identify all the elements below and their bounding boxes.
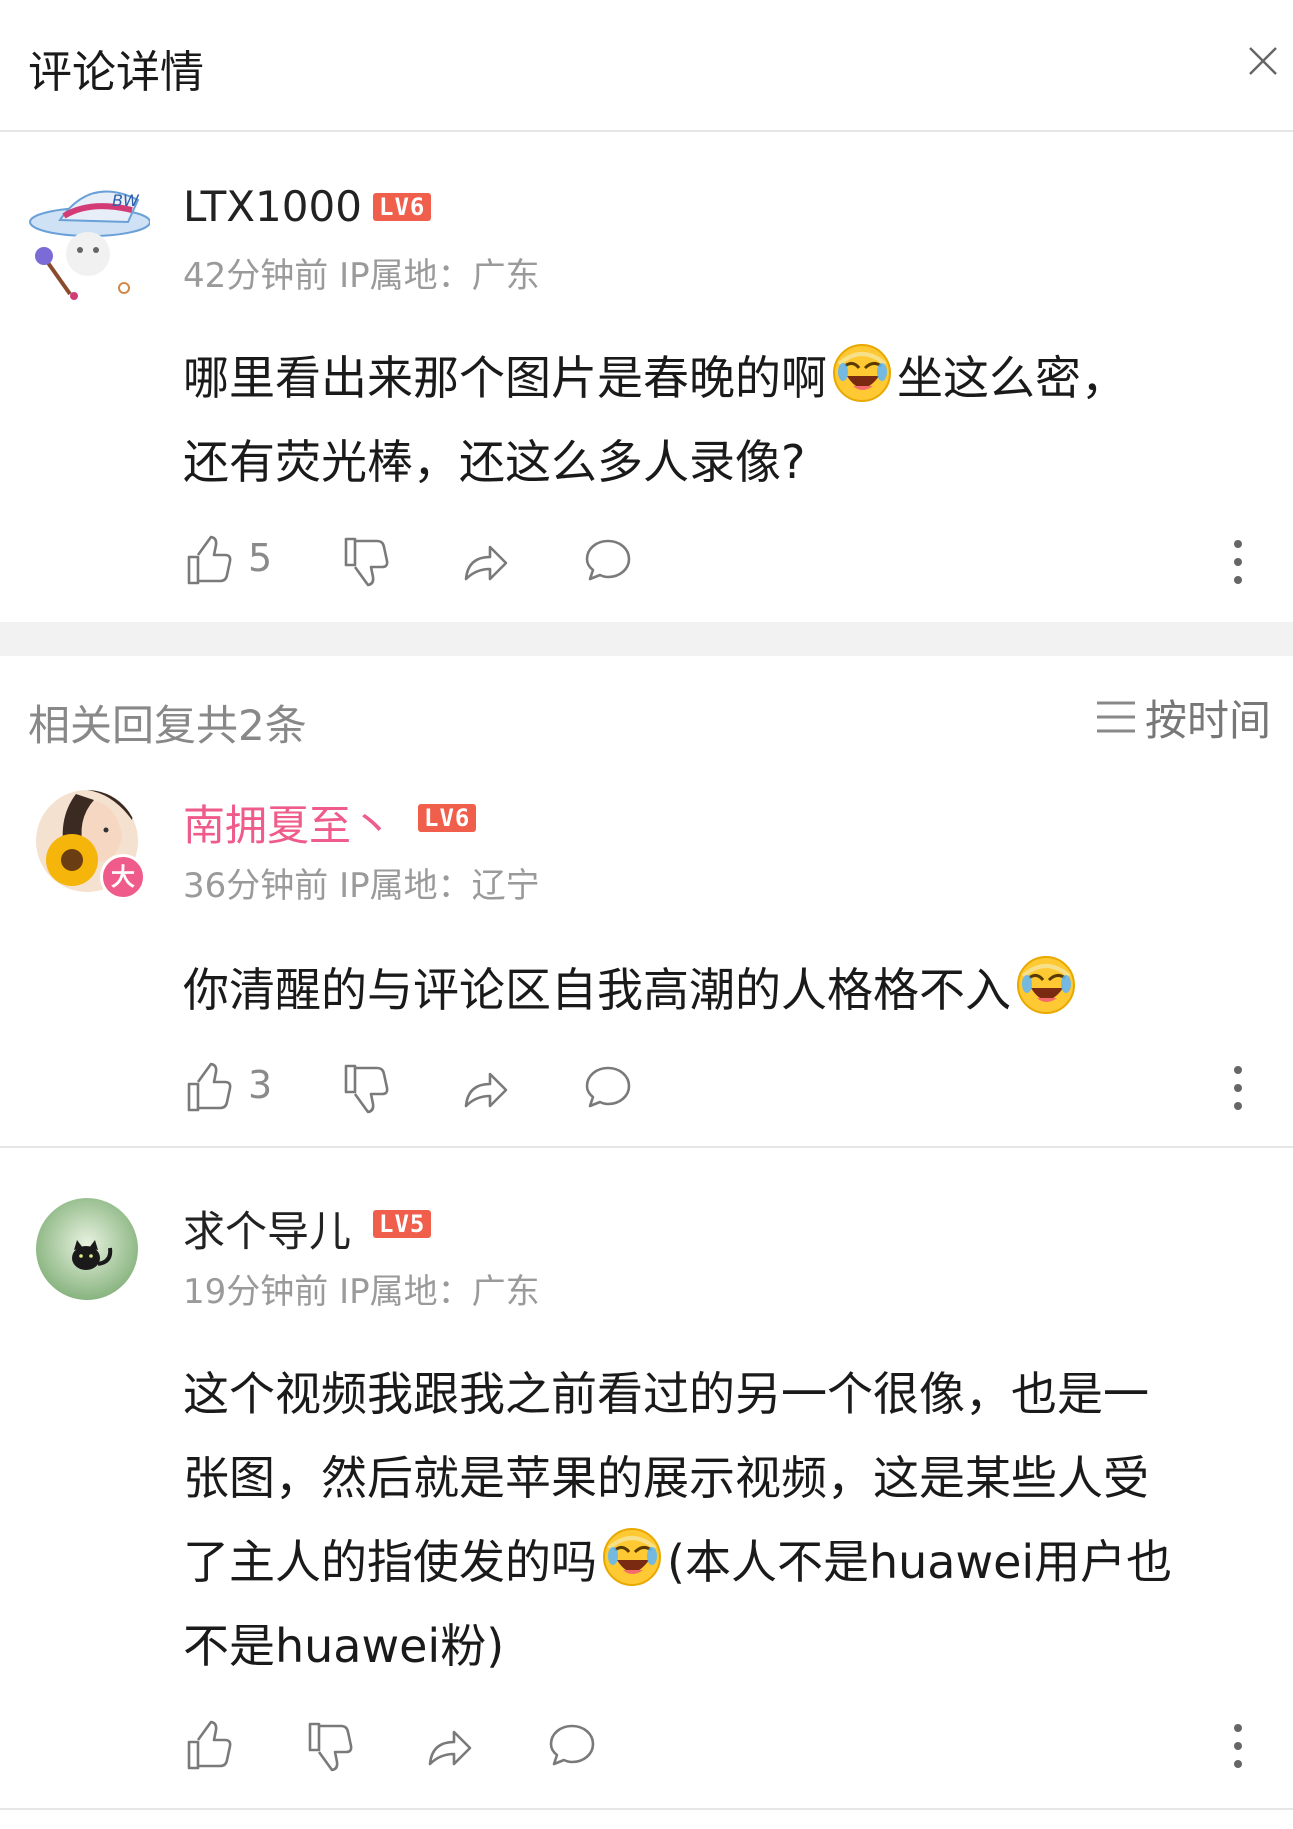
reply-divider xyxy=(0,1146,1293,1148)
replies-count-title: 相关回复共2条 xyxy=(28,701,307,750)
sort-icon xyxy=(1097,701,1135,733)
avatar[interactable]: BW xyxy=(20,170,150,300)
comment-meta: 36分钟前 IP属地：辽宁 xyxy=(183,866,540,906)
username[interactable]: 南拥夏至丶 xyxy=(183,792,393,853)
emoji-laugh-cry-icon xyxy=(833,344,891,402)
comment-text: 哪里看出来那个图片是春晚的啊 坐这么密， 还有荧光棒，还这么多人录像? xyxy=(183,336,1263,504)
like-count: 5 xyxy=(248,536,273,580)
vip-badge: 大 xyxy=(100,854,146,900)
like-icon[interactable] xyxy=(183,1720,235,1772)
username[interactable]: LTX1000 xyxy=(183,182,362,231)
avatar-wizard-icon: BW xyxy=(29,190,150,300)
dislike-icon[interactable] xyxy=(304,1720,356,1772)
username[interactable]: 求个导儿 xyxy=(183,1198,351,1259)
reply-divider xyxy=(0,1808,1293,1810)
avatar[interactable] xyxy=(36,1198,138,1300)
level-badge: LV6 xyxy=(418,804,477,832)
avatar-black-cat-icon xyxy=(36,1198,138,1300)
dislike-icon[interactable] xyxy=(340,535,392,587)
level-badge: LV6 xyxy=(373,193,432,221)
share-icon[interactable] xyxy=(460,535,512,587)
level-badge: LV5 xyxy=(373,1210,432,1238)
like-icon[interactable] xyxy=(183,1062,235,1114)
section-separator xyxy=(0,622,1293,656)
dislike-icon[interactable] xyxy=(340,1062,392,1114)
close-icon[interactable] xyxy=(1246,44,1280,78)
like-icon[interactable] xyxy=(183,535,235,587)
sort-label: 按时间 xyxy=(1145,695,1272,745)
share-icon[interactable] xyxy=(424,1720,476,1772)
share-icon[interactable] xyxy=(460,1062,512,1114)
more-icon[interactable] xyxy=(1232,1722,1244,1770)
emoji-laugh-cry-icon xyxy=(1017,956,1075,1014)
comment-meta: 19分钟前 IP属地：广东 xyxy=(183,1272,540,1312)
comment-icon[interactable] xyxy=(582,535,634,587)
comment-text: 这个视频我跟我之前看过的另一个很像，也是一 张图，然后就是苹果的展示视频，这是某… xyxy=(183,1367,1173,1673)
comment-text: 你清醒的与评论区自我高潮的人格格不入 xyxy=(183,948,1263,1032)
page-title: 评论详情 xyxy=(28,47,204,98)
more-icon[interactable] xyxy=(1232,1064,1244,1112)
svg-text:BW: BW xyxy=(112,191,140,210)
header-divider xyxy=(0,130,1293,132)
comment-icon[interactable] xyxy=(582,1062,634,1114)
sort-button[interactable]: 按时间 xyxy=(1095,692,1271,745)
emoji-laugh-cry-icon xyxy=(603,1528,661,1586)
comment-meta: 42分钟前 IP属地：广东 xyxy=(183,256,540,296)
more-icon[interactable] xyxy=(1232,538,1244,586)
like-count: 3 xyxy=(248,1063,273,1107)
comment-icon[interactable] xyxy=(546,1720,598,1772)
